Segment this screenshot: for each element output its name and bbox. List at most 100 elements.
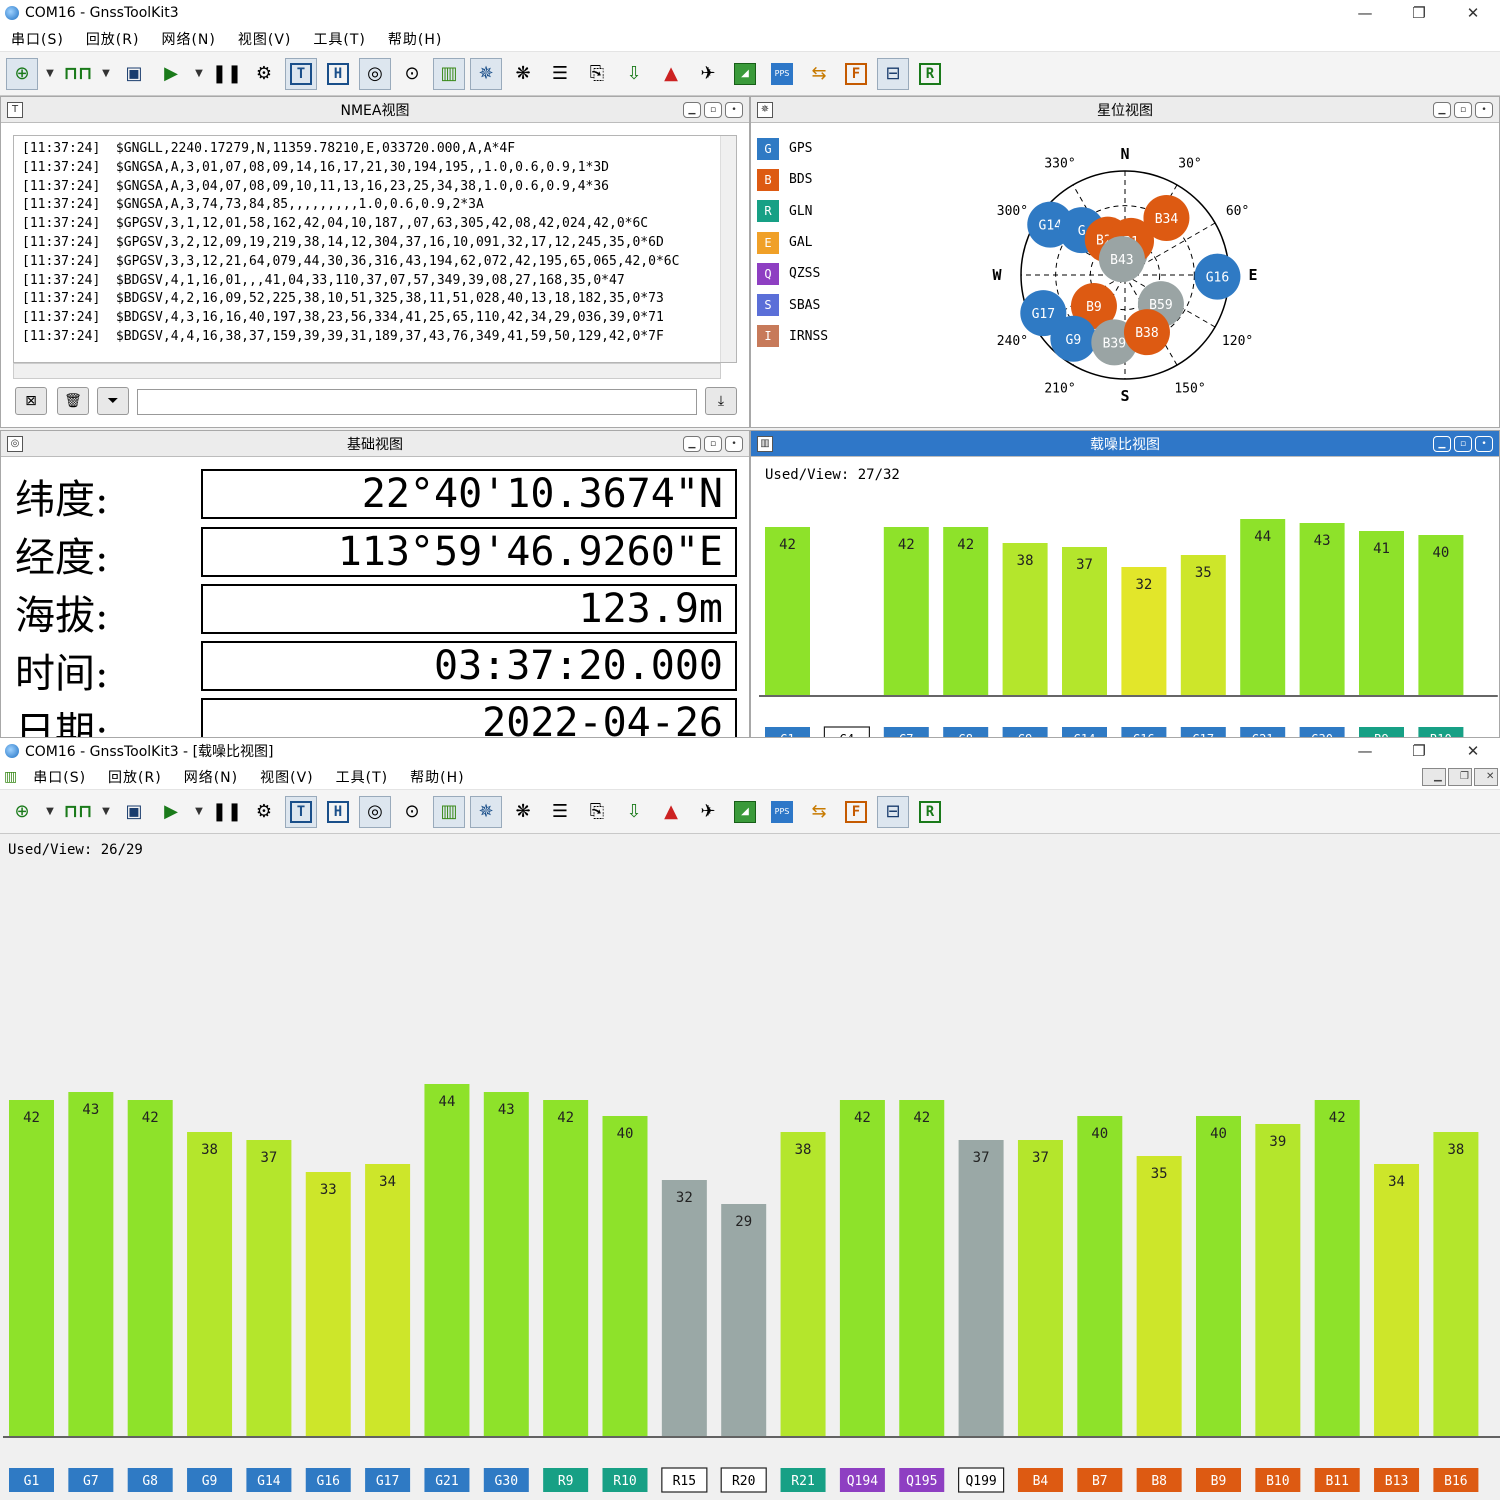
menu-replay[interactable]: 回放(R) — [75, 29, 151, 49]
clear-log-button[interactable]: ⊠ — [15, 387, 47, 415]
panel-close-button[interactable]: • — [1475, 436, 1493, 452]
pause-icon[interactable]: ❚❚ — [211, 58, 243, 90]
compass-w: W — [992, 266, 1002, 284]
menu-view[interactable]: 视图(V) — [227, 29, 303, 49]
panel-close-button[interactable]: • — [1475, 102, 1493, 118]
satellite-label: R21 — [791, 1474, 814, 1489]
minimize-button[interactable]: — — [1338, 0, 1392, 26]
play-icon[interactable]: ▶ — [155, 58, 187, 90]
snr-bar[interactable] — [9, 1100, 54, 1436]
signal-dropdown-icon[interactable]: ▼ — [99, 58, 113, 90]
date-value: 2022-04-26 — [201, 698, 737, 737]
snr-bar[interactable] — [1240, 519, 1286, 695]
satellite-marker[interactable]: G9 — [1050, 315, 1097, 362]
satellite-label: B7 — [1092, 1474, 1108, 1489]
filter-icon[interactable]: ⏷ — [97, 387, 129, 415]
menu-help[interactable]: 帮助(H) — [377, 29, 453, 49]
menu-serial[interactable]: 串口(S) — [0, 29, 75, 49]
snr-bar[interactable] — [1017, 1140, 1063, 1436]
panel-close-button[interactable]: • — [725, 102, 743, 118]
firmware-icon[interactable]: F — [840, 58, 872, 90]
signal-icon[interactable]: ⊓⊓ — [62, 58, 94, 90]
close-button[interactable]: ✕ — [1446, 0, 1500, 26]
panel-close-button[interactable]: • — [725, 436, 743, 452]
snr-bar[interactable] — [1374, 1164, 1420, 1436]
record-icon[interactable]: R — [914, 58, 946, 90]
satellite-id: G17 — [1032, 307, 1055, 322]
nmea-view-icon[interactable]: T — [285, 57, 317, 90]
nmea-log[interactable]: [11:37:24] $GNGLL,2240.17279,N,11359.782… — [13, 135, 737, 363]
connect-dropdown-icon[interactable]: ▼ — [43, 58, 57, 90]
transfer-icon[interactable]: ⇆ — [803, 58, 835, 90]
snr-bar[interactable] — [1255, 1124, 1301, 1436]
snr-bar[interactable] — [602, 1116, 648, 1436]
snr-value-label: 44 — [439, 1094, 456, 1110]
delete-icon[interactable]: 🗑 — [57, 387, 89, 415]
nmea-vertical-scrollbar[interactable] — [720, 136, 736, 362]
list-icon[interactable]: ☰ — [544, 58, 576, 90]
nmea-horizontal-scrollbar[interactable] — [13, 363, 721, 379]
skyview-icon[interactable]: ✵ — [470, 57, 502, 90]
doc-icon[interactable]: ⎘ — [581, 58, 613, 90]
snr-bar[interactable] — [483, 1092, 529, 1436]
snr-value-label: 38 — [1017, 553, 1034, 569]
satellite-icon[interactable]: ❋ — [507, 58, 539, 90]
snr-bar[interactable] — [780, 1132, 826, 1436]
save-icon[interactable]: ▣ — [118, 58, 150, 90]
panel-restore-button[interactable]: ▫ — [704, 102, 722, 118]
receiver-icon[interactable]: ⚙ — [248, 58, 280, 90]
snr-bar[interactable] — [661, 1180, 707, 1436]
nmea-line: [11:37:24] $BDGSV,4,2,16,09,52,225,38,10… — [22, 291, 664, 307]
azimuth-label: 30° — [1178, 156, 1201, 171]
snr-bar[interactable] — [187, 1132, 233, 1436]
snr-bar[interactable] — [424, 1084, 470, 1436]
satellite-label: G14 — [257, 1474, 281, 1489]
connect-icon[interactable]: ⊕ — [6, 57, 38, 90]
send-command-button[interactable]: ⤓ — [705, 387, 737, 415]
panel-minimize-button[interactable]: ▁ — [1433, 102, 1451, 118]
snr-bar[interactable] — [839, 1100, 885, 1436]
satellite-marker[interactable]: B38 — [1123, 309, 1170, 356]
snr-bar[interactable] — [1433, 1132, 1479, 1436]
snr-bar[interactable] — [958, 1140, 1004, 1436]
satellite-marker[interactable]: G16 — [1194, 253, 1241, 300]
snr-bar[interactable] — [1314, 1100, 1360, 1436]
menu-tools[interactable]: 工具(T) — [302, 29, 376, 49]
download-icon[interactable]: ⇩ — [618, 58, 650, 90]
date-label: 日期: — [15, 709, 109, 738]
satellite-label: B13 — [1385, 1474, 1408, 1489]
snr-bar[interactable] — [246, 1140, 292, 1436]
snr-bar[interactable] — [543, 1100, 589, 1436]
satellite-dish-icon[interactable]: ✈ — [692, 58, 724, 90]
app-icon — [5, 6, 19, 20]
panel-minimize-button[interactable]: ▁ — [683, 436, 701, 452]
target-icon[interactable]: ⊙ — [396, 58, 428, 90]
snr-bar[interactable] — [1196, 1116, 1241, 1436]
snr-bar[interactable] — [1077, 1116, 1123, 1436]
satellite-marker[interactable]: B43 — [1098, 236, 1145, 283]
pps-icon[interactable]: PPS — [766, 58, 798, 90]
snr-bar[interactable] — [899, 1100, 945, 1436]
chart-green-icon[interactable]: ◢ — [729, 58, 761, 90]
hex-view-icon[interactable]: H — [322, 58, 354, 90]
snr-bar[interactable] — [365, 1164, 411, 1436]
snr-bar[interactable] — [127, 1100, 173, 1436]
snr-view-icon[interactable]: ▥ — [433, 57, 465, 90]
panel-minimize-button[interactable]: ▁ — [683, 102, 701, 118]
panel-minimize-button[interactable]: ▁ — [1433, 436, 1451, 452]
command-input[interactable] — [137, 389, 697, 415]
antenna-icon[interactable]: ▲ — [655, 58, 687, 90]
play-dropdown-icon[interactable]: ▼ — [192, 58, 206, 90]
menu-network[interactable]: 网络(N) — [150, 29, 226, 49]
skyview-panel-icon: ✵ — [757, 102, 773, 118]
snr-bar[interactable] — [305, 1172, 351, 1436]
basic-view-icon[interactable]: ◎ — [359, 57, 391, 90]
panel-restore-button[interactable]: ▫ — [1454, 436, 1472, 452]
maximize-button[interactable]: ❐ — [1392, 0, 1446, 26]
panel-restore-button[interactable]: ▫ — [704, 436, 722, 452]
snr-bar[interactable] — [68, 1092, 114, 1436]
layout-icon[interactable]: ⊟ — [877, 57, 909, 90]
panel-restore-button[interactable]: ▫ — [1454, 102, 1472, 118]
snr-bar[interactable] — [1136, 1156, 1182, 1436]
snr-bar[interactable] — [721, 1204, 767, 1436]
